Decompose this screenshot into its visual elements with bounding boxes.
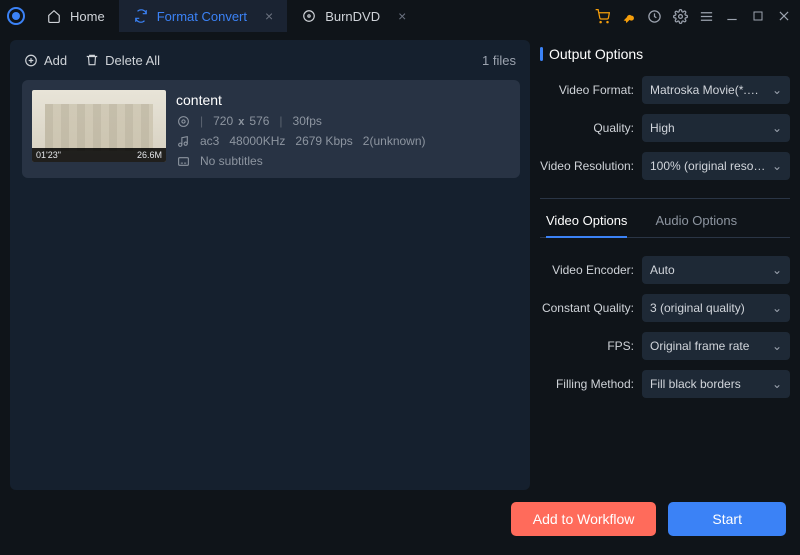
filling-method-select[interactable]: Fill black borders ⌄: [642, 370, 790, 398]
tab-burndvd[interactable]: BurnDVD ×: [287, 0, 420, 32]
quality-select[interactable]: High ⌄: [642, 114, 790, 142]
chevron-down-icon: ⌄: [772, 377, 782, 391]
file-subtitles: No subtitles: [200, 154, 263, 168]
file-meta: content | 720 x 576 | 30fps ac3 48000KHz…: [176, 90, 510, 168]
disc-icon: [301, 8, 317, 24]
chevron-down-icon: ⌄: [772, 339, 782, 353]
audio-bitrate: 2679 Kbps: [295, 134, 352, 148]
file-thumbnail: 01'23" 26.6M: [32, 90, 166, 162]
subtitle-icon: [176, 154, 190, 168]
delete-all-label: Delete All: [105, 53, 160, 68]
add-button[interactable]: Add: [24, 53, 67, 68]
file-size: 26.6M: [137, 150, 162, 160]
convert-icon: [133, 8, 149, 24]
add-to-workflow-button[interactable]: Add to Workflow: [511, 502, 657, 536]
options-tabs: Video Options Audio Options: [540, 213, 790, 238]
output-options-panel: Output Options Video Format: Matroska Mo…: [540, 40, 790, 490]
tab-audio-options[interactable]: Audio Options: [655, 213, 737, 238]
cart-icon[interactable]: [594, 8, 610, 24]
video-resolution-label: Video Resolution:: [540, 159, 642, 173]
window-close-icon[interactable]: [776, 8, 792, 24]
video-resolution-select[interactable]: 100% (original resol… ⌄: [642, 152, 790, 180]
add-label: Add: [44, 53, 67, 68]
home-icon: [46, 8, 62, 24]
audio-info-icon: [176, 134, 190, 148]
fps-label: FPS:: [540, 339, 642, 353]
history-icon[interactable]: [646, 8, 662, 24]
bottom-bar: Add to Workflow Start: [0, 490, 800, 547]
tab-format-convert[interactable]: Format Convert ×: [119, 0, 288, 32]
audio-codec: ac3: [200, 134, 219, 148]
maximize-icon[interactable]: [750, 8, 766, 24]
file-count-label: 1 files: [482, 53, 516, 68]
video-format-label: Video Format:: [540, 83, 642, 97]
title-bar: Home Format Convert × BurnDVD ×: [0, 0, 800, 32]
file-width: 720: [213, 114, 233, 128]
file-title: content: [176, 92, 510, 108]
audio-hz: 48000KHz: [229, 134, 285, 148]
fps-select[interactable]: Original frame rate ⌄: [642, 332, 790, 360]
chevron-down-icon: ⌄: [772, 301, 782, 315]
menu-icon[interactable]: [698, 8, 714, 24]
delete-all-button[interactable]: Delete All: [85, 53, 160, 68]
constant-quality-select[interactable]: 3 (original quality) ⌄: [642, 294, 790, 322]
tab-home-label: Home: [70, 9, 105, 24]
video-encoder-label: Video Encoder:: [540, 263, 642, 277]
file-fps: 30fps: [293, 114, 322, 128]
tab-home[interactable]: Home: [32, 0, 119, 32]
settings-icon[interactable]: [672, 8, 688, 24]
file-item[interactable]: 01'23" 26.6M content | 720 x 576 | 30fps…: [22, 80, 520, 178]
file-list-panel: Add Delete All 1 files 01'23" 26.6M cont…: [10, 40, 530, 490]
title-bar-actions: [594, 8, 800, 24]
filling-method-label: Filling Method:: [540, 377, 642, 391]
chevron-down-icon: ⌄: [772, 263, 782, 277]
video-encoder-select[interactable]: Auto ⌄: [642, 256, 790, 284]
close-icon[interactable]: ×: [265, 8, 273, 24]
tab-format-convert-label: Format Convert: [157, 9, 247, 24]
chevron-down-icon: ⌄: [772, 83, 782, 97]
app-logo: [0, 0, 32, 32]
file-duration: 01'23": [36, 150, 61, 160]
chevron-down-icon: ⌄: [772, 159, 782, 173]
video-info-icon: [176, 114, 190, 128]
close-icon[interactable]: ×: [398, 8, 406, 24]
audio-channels: 2(unknown): [363, 134, 426, 148]
main-area: Add Delete All 1 files 01'23" 26.6M cont…: [0, 32, 800, 490]
tab-video-options[interactable]: Video Options: [546, 213, 627, 238]
file-list-toolbar: Add Delete All 1 files: [10, 40, 530, 80]
plus-circle-icon: [24, 53, 38, 67]
trash-icon: [85, 53, 99, 67]
tab-burndvd-label: BurnDVD: [325, 9, 380, 24]
output-options-heading: Output Options: [540, 46, 790, 62]
start-button[interactable]: Start: [668, 502, 786, 536]
chevron-down-icon: ⌄: [772, 121, 782, 135]
quality-label: Quality:: [540, 121, 642, 135]
file-height: 576: [249, 114, 269, 128]
constant-quality-label: Constant Quality:: [540, 301, 642, 315]
video-format-select[interactable]: Matroska Movie(*.m… ⌄: [642, 76, 790, 104]
minimize-icon[interactable]: [724, 8, 740, 24]
key-icon[interactable]: [620, 8, 636, 24]
